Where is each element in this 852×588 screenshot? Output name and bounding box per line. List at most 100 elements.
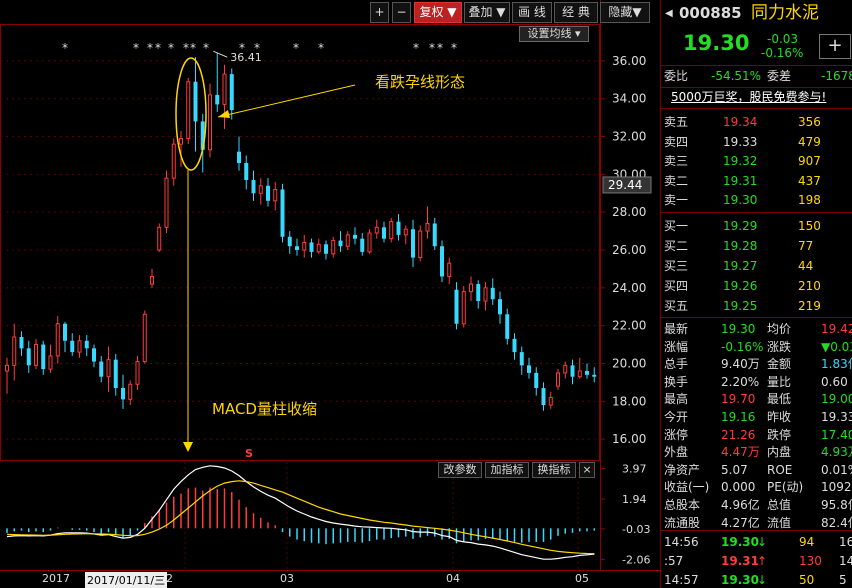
dropdown-arrow-icon: ▼: [443, 5, 457, 19]
ask-label: 卖二: [664, 173, 689, 188]
ask-price: 19.30: [723, 193, 758, 207]
add-watchlist-button[interactable]: +: [819, 34, 851, 59]
bid-row[interactable]: 买一 19.29 150: [661, 217, 852, 236]
candle-up: [258, 185, 263, 194]
tick-extra: 5: [839, 573, 847, 587]
signal-star-icon: *: [133, 41, 139, 55]
candle-down: [215, 94, 220, 105]
signal-star-icon: *: [429, 41, 435, 55]
stat-row: 涨停 21.26 跌停 17.40: [661, 426, 852, 444]
kline-chart-area[interactable]: 36.00 34.00 32.00 30.00 28.00 26.00 24.00 22.00…: [0, 0, 660, 588]
stat-value: 0.000: [721, 480, 756, 495]
set-ma-button[interactable]: 设置均线 ▾: [519, 26, 589, 42]
candle-down: [26, 348, 31, 366]
macd-tick-label: 3.97: [622, 462, 647, 475]
ask-row[interactable]: 卖四 19.33 479: [661, 133, 852, 152]
signal-star-icon: *: [183, 41, 189, 55]
tick-extra: 16: [839, 535, 852, 549]
candle-up: [418, 230, 423, 259]
bid-row[interactable]: 买二 19.28 77: [661, 237, 852, 256]
candle-up: [5, 364, 9, 372]
classic-button[interactable]: 经 典: [554, 2, 598, 23]
candle-down: [251, 180, 256, 194]
kline-chart-svg[interactable]: 36.0034.0032.0030.0028.0026.0024.0022.00…: [0, 0, 660, 588]
signal-star-icon: *: [293, 41, 299, 55]
hide-button[interactable]: 隐藏▼: [600, 2, 650, 23]
candle-up: [389, 221, 394, 240]
ask-volume: 479: [798, 134, 821, 149]
candle-down: [396, 221, 401, 235]
switch-indicator-button[interactable]: 换指标: [532, 462, 576, 478]
candle-down: [592, 374, 597, 377]
candle-down: [295, 246, 299, 250]
stat-label: 换手: [664, 374, 689, 389]
candle-up: [55, 323, 60, 357]
candle-down: [266, 185, 270, 201]
stat-row: 收益(一) 0.000 PE(动) 10920: [661, 478, 852, 496]
candle-down: [432, 223, 437, 247]
macd-tick-label: -0.03: [622, 523, 650, 536]
candle-down: [99, 361, 104, 377]
candle-down: [84, 340, 89, 349]
close-indicator-button[interactable]: ×: [579, 462, 595, 478]
signal-star-icon: *: [155, 41, 161, 55]
tick-time: 14:57: [664, 573, 699, 587]
draw-line-button[interactable]: 画 线: [512, 2, 552, 23]
bid-price: 19.25: [723, 299, 758, 313]
bid-row[interactable]: 买三 19.27 44: [661, 257, 852, 276]
scroll-left-icon[interactable]: ◀: [665, 4, 673, 23]
ask-row[interactable]: 卖三 19.32 907: [661, 152, 852, 171]
candle-up: [135, 361, 140, 385]
signal-star-icon: *: [62, 41, 68, 55]
stat-value: 1.83亿: [821, 357, 852, 372]
dropdown-arrow-icon: ▼: [492, 5, 506, 19]
stat-value: ▼0.03: [821, 339, 852, 354]
signal-star-icon: *: [168, 41, 174, 55]
stat-row: 总手 9.40万 金额 1.83亿: [661, 355, 852, 373]
zoom-out-button[interactable]: −: [392, 2, 411, 23]
month-label-5: 05: [575, 572, 589, 585]
stat-row: 流通股 4.27亿 流值 82.4亿: [661, 514, 852, 532]
candle-down: [19, 336, 24, 349]
add-indicator-button[interactable]: 加指标: [485, 462, 529, 478]
ask-label: 卖五: [664, 115, 689, 129]
peak-price-label: 36.41: [230, 51, 262, 64]
stat-value: 2.20%: [721, 374, 760, 389]
stat-value: 19.16: [721, 410, 756, 424]
stat-label: ROE: [767, 462, 793, 477]
candle-up: [461, 291, 466, 325]
fuquan-button[interactable]: 复权 ▼: [414, 2, 462, 23]
ask-label: 卖一: [664, 193, 689, 207]
stat-value: 10920: [821, 480, 852, 495]
bid-row[interactable]: 买四 19.26 210: [661, 277, 852, 296]
edit-params-button[interactable]: 改参数: [438, 462, 482, 478]
y-tick-label: 18.00: [612, 394, 646, 408]
ask-row[interactable]: 卖一 19.30 198: [661, 191, 852, 210]
stat-label: 今开: [664, 410, 689, 424]
stat-label: 净资产: [664, 462, 701, 477]
stat-row: 换手 2.20% 量比 0.60: [661, 373, 852, 391]
candle-down: [244, 163, 249, 181]
price-header: 19.30 -0.03 -0.16% +: [661, 32, 852, 62]
weibi-label: 委比: [664, 69, 689, 83]
macd-histogram: [6, 487, 595, 545]
diejia-button[interactable]: 叠加 ▼: [464, 2, 510, 23]
fuquan-label: 复权: [419, 5, 444, 19]
tick-volume: 50: [799, 573, 815, 587]
promo-banner[interactable]: 5000万巨奖，股民免费参与!: [661, 88, 852, 107]
diejia-label: 叠加: [468, 5, 493, 19]
ask-row[interactable]: 卖二 19.31 437: [661, 172, 852, 191]
zoom-in-button[interactable]: +: [370, 2, 389, 23]
ask-volume: 437: [798, 173, 821, 188]
ask-row[interactable]: 卖五 19.34 356: [661, 113, 852, 132]
ask-volume: 356: [798, 115, 821, 129]
candle-up: [367, 232, 372, 253]
sell-signal-mark: S: [245, 447, 253, 460]
promo-link[interactable]: 5000万巨奖，股民免费参与!: [671, 88, 826, 107]
stat-label: 最高: [664, 392, 689, 407]
candle-down: [353, 234, 357, 239]
bid-row[interactable]: 买五 19.25 219: [661, 297, 852, 316]
candle-up: [179, 137, 183, 145]
candle-down: [338, 240, 343, 247]
candle-down: [541, 388, 546, 406]
